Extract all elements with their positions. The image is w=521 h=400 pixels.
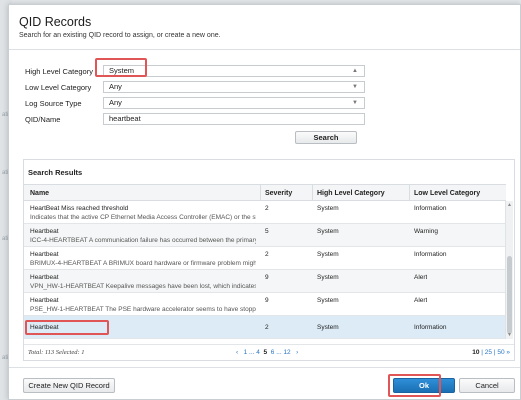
- pager-next[interactable]: ›: [296, 349, 298, 356]
- pager-page-6[interactable]: 6: [271, 349, 275, 356]
- column-separator: [260, 185, 261, 200]
- scrollbar-thumb[interactable]: [507, 256, 512, 334]
- results-table-header: Name Severity High Level Category Low Le…: [24, 184, 506, 201]
- chevron-down-icon: ▼: [352, 84, 358, 90]
- row-severity: 9: [265, 297, 269, 304]
- pager-ellipsis: ...: [249, 349, 255, 356]
- row-high-level: System: [317, 324, 339, 331]
- qid-name-label: QID/Name: [25, 115, 61, 124]
- row-low-level: Information: [414, 205, 447, 212]
- row-description: BRIMUX-4-HEARTBEAT A BRIMUX board hardwa…: [30, 260, 256, 267]
- row-low-level: Information: [414, 324, 447, 331]
- pager-page-4[interactable]: 4: [256, 349, 260, 356]
- row-description: Indicates that the active CP Ethernet Me…: [30, 214, 256, 221]
- row-low-level: Warning: [414, 228, 438, 235]
- column-header-name[interactable]: Name: [30, 190, 49, 197]
- high-level-category-row: High Level Category System ▲︎: [25, 65, 365, 77]
- row-description: VPN_HW-1-HEARTBEAT Keepalive messages ha…: [30, 283, 256, 290]
- qid-name-input[interactable]: heartbeat: [103, 113, 365, 125]
- row-low-level: Alert: [414, 274, 428, 281]
- search-results-panel: Search Results Name Severity High Level …: [23, 159, 515, 361]
- row-name: Heartbeat: [30, 228, 59, 235]
- page-size-50[interactable]: 50: [497, 349, 504, 356]
- qid-records-dialog: QID Records Search for an existing QID r…: [8, 4, 521, 400]
- low-level-category-row: Low Level Category Any ▼: [25, 81, 365, 93]
- column-separator: [409, 185, 410, 200]
- low-level-category-select[interactable]: Any ▼: [103, 81, 365, 93]
- divider: [9, 367, 520, 368]
- table-row[interactable]: HeartBeat Miss reached threshold Indicat…: [24, 201, 506, 224]
- row-low-level: Alert: [414, 297, 428, 304]
- pager-current-page: 5: [263, 349, 268, 356]
- table-row[interactable]: Heartbeat ICC-4-HEARTBEAT A communicatio…: [24, 224, 506, 247]
- create-new-qid-record-button[interactable]: Create New QID Record: [23, 378, 115, 393]
- scroll-up-icon[interactable]: ▲: [507, 202, 512, 208]
- table-row[interactable]: Heartbeat VPN_HW-1-HEARTBEAT Keepalive m…: [24, 270, 506, 293]
- highlight-ok-button: [388, 374, 441, 397]
- results-table-body: HeartBeat Miss reached threshold Indicat…: [24, 201, 506, 339]
- row-severity: 2: [265, 205, 269, 212]
- page-size-separator: |: [493, 349, 496, 356]
- results-total: Total: 113 Selected: 1: [28, 349, 85, 356]
- scroll-down-icon[interactable]: ▼: [507, 332, 512, 338]
- results-scrollbar[interactable]: ▲ ▼: [505, 201, 513, 339]
- search-results-title: Search Results: [28, 168, 83, 177]
- row-high-level: System: [317, 297, 339, 304]
- high-level-category-label: High Level Category: [25, 67, 93, 76]
- pager-prev[interactable]: ‹: [236, 349, 238, 356]
- qid-name-value: heartbeat: [109, 114, 141, 123]
- low-level-category-value: Any: [109, 82, 122, 91]
- row-severity: 2: [265, 251, 269, 258]
- chevron-down-icon: ▼: [352, 100, 358, 106]
- row-name: Heartbeat: [30, 251, 59, 258]
- chevron-down-icon: ▲︎: [352, 68, 358, 74]
- log-source-type-row: Log Source Type Any ▼: [25, 97, 365, 109]
- highlight-selected-row: [25, 320, 109, 335]
- column-header-high-level[interactable]: High Level Category: [317, 190, 385, 197]
- qid-name-row: QID/Name heartbeat: [25, 113, 365, 125]
- divider: [9, 49, 520, 50]
- pager-ellipsis: ...: [276, 349, 282, 356]
- log-source-type-label: Log Source Type: [25, 99, 82, 108]
- page-size-25[interactable]: 25: [485, 349, 492, 356]
- row-high-level: System: [317, 205, 339, 212]
- row-severity: 5: [265, 228, 269, 235]
- row-severity: 9: [265, 274, 269, 281]
- row-high-level: System: [317, 251, 339, 258]
- row-name: Heartbeat: [30, 297, 59, 304]
- pagination: ‹ 1 ... 4 5 6 ... 12 ›: [236, 349, 298, 356]
- low-level-category-label: Low Level Category: [25, 83, 92, 92]
- dialog-subtitle: Search for an existing QID record to ass…: [19, 32, 221, 39]
- log-source-type-select[interactable]: Any ▼: [103, 97, 365, 109]
- row-name: HeartBeat Miss reached threshold: [30, 205, 129, 212]
- page-size-selector: 10 | 25 | 50 »: [472, 349, 510, 356]
- column-header-severity[interactable]: Severity: [265, 190, 292, 197]
- results-footer: Total: 113 Selected: 1 ‹ 1 ... 4 5 6 ...…: [24, 344, 514, 360]
- row-high-level: System: [317, 228, 339, 235]
- pager-page-12[interactable]: 12: [283, 349, 290, 356]
- dialog-title: QID Records: [19, 15, 92, 29]
- log-source-type-value: Any: [109, 98, 122, 107]
- search-button[interactable]: Search: [295, 131, 357, 144]
- row-low-level: Information: [414, 251, 447, 258]
- column-header-low-level[interactable]: Low Level Category: [414, 190, 480, 197]
- column-separator: [312, 185, 313, 200]
- table-row[interactable]: Heartbeat BRIMUX-4-HEARTBEAT A BRIMUX bo…: [24, 247, 506, 270]
- row-description: PSE_HW-1-HEARTBEAT The PSE hardware acce…: [30, 306, 256, 313]
- row-description: ICC-4-HEARTBEAT A communication failure …: [30, 237, 256, 244]
- highlight-high-level-value: [95, 58, 147, 77]
- page-size-10: 10: [472, 349, 480, 356]
- cancel-button[interactable]: Cancel: [459, 378, 515, 393]
- pager-page-1[interactable]: 1: [244, 349, 248, 356]
- row-severity: 2: [265, 324, 269, 331]
- row-high-level: System: [317, 274, 339, 281]
- row-name: Heartbeat: [30, 274, 59, 281]
- table-row[interactable]: Heartbeat PSE_HW-1-HEARTBEAT The PSE har…: [24, 293, 506, 316]
- page-size-more[interactable]: »: [506, 349, 510, 356]
- page-size-separator: |: [481, 349, 483, 356]
